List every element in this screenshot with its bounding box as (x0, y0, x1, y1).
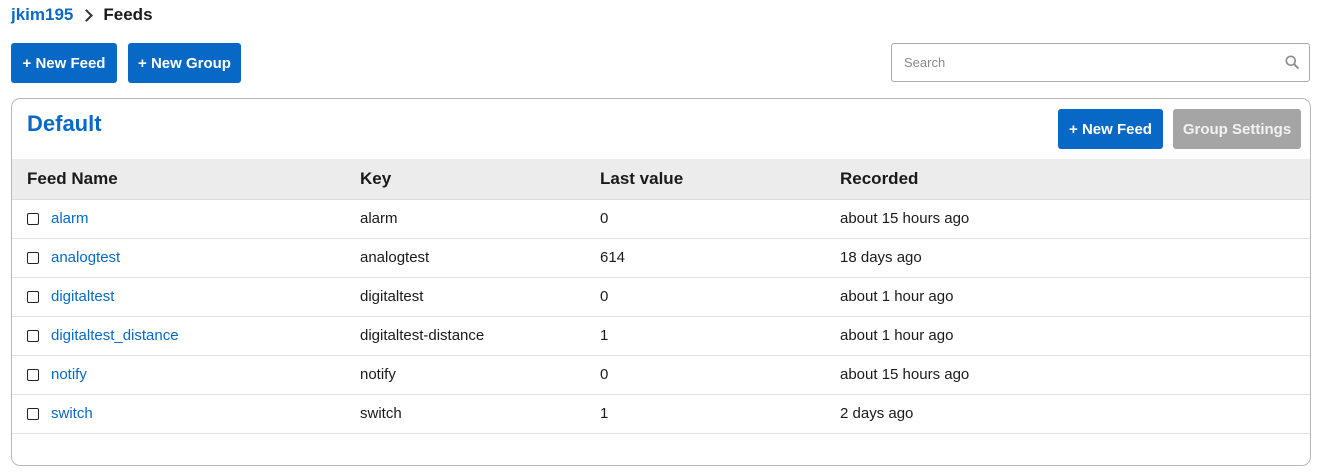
column-header-feed-name[interactable]: Feed Name (12, 159, 360, 200)
new-group-button[interactable]: + New Group (128, 43, 241, 83)
breadcrumb-user-link[interactable]: jkim195 (11, 5, 73, 25)
feed-key: digitaltest (360, 277, 600, 317)
table-row: analogtest analogtest 614 18 days ago (12, 238, 1310, 278)
table-row: alarm alarm 0 about 15 hours ago (12, 199, 1310, 239)
feed-recorded: about 15 hours ago (840, 199, 1310, 239)
feed-name-link[interactable]: notify (51, 366, 87, 383)
feed-name-link[interactable]: digitaltest (51, 288, 114, 305)
row-checkbox[interactable] (27, 251, 39, 264)
breadcrumb-current: Feeds (103, 5, 153, 24)
feed-recorded: about 15 hours ago (840, 355, 1310, 395)
table-row: notify notify 0 about 15 hours ago (12, 355, 1310, 395)
feed-last-value: 0 (600, 199, 840, 239)
feed-last-value: 0 (600, 277, 840, 317)
table-row: switch switch 1 2 days ago (12, 394, 1310, 434)
group-new-feed-button[interactable]: + New Feed (1058, 109, 1163, 149)
row-checkbox[interactable] (27, 290, 39, 303)
group-title[interactable]: Default (27, 111, 102, 137)
group-settings-button[interactable]: Group Settings (1173, 109, 1301, 149)
breadcrumb: jkim195 Feeds (11, 4, 153, 26)
feed-key: analogtest (360, 238, 600, 278)
search-input[interactable] (892, 44, 1272, 81)
feed-key: alarm (360, 199, 600, 239)
feed-name-link[interactable]: analogtest (51, 249, 120, 266)
column-header-last-value[interactable]: Last value (600, 159, 840, 200)
feed-last-value: 1 (600, 394, 840, 434)
search-icon[interactable] (1285, 55, 1299, 69)
feed-recorded: 2 days ago (840, 394, 1310, 434)
search-box (891, 43, 1310, 82)
feed-name-link[interactable]: alarm (51, 210, 89, 227)
feed-last-value: 0 (600, 355, 840, 395)
feed-key: notify (360, 355, 600, 395)
table-header-row: Feed Name Key Last value Recorded (12, 159, 1310, 200)
feed-recorded: about 1 hour ago (840, 277, 1310, 317)
table-row: digitaltest digitaltest 0 about 1 hour a… (12, 277, 1310, 317)
column-header-key[interactable]: Key (360, 159, 600, 200)
feed-name-link[interactable]: digitaltest_distance (51, 327, 179, 344)
column-header-recorded[interactable]: Recorded (840, 159, 1310, 200)
feeds-table: Feed Name Key Last value Recorded alarm … (12, 159, 1310, 434)
row-checkbox[interactable] (27, 329, 39, 342)
feed-recorded: 18 days ago (840, 238, 1310, 278)
feed-name-link[interactable]: switch (51, 405, 93, 422)
feed-group-panel: Default + New Feed Group Settings Feed N… (11, 98, 1311, 466)
row-checkbox[interactable] (27, 407, 39, 420)
chevron-right-icon (80, 8, 94, 22)
row-checkbox[interactable] (27, 368, 39, 381)
row-checkbox[interactable] (27, 212, 39, 225)
feed-recorded: about 1 hour ago (840, 316, 1310, 356)
feed-last-value: 1 (600, 316, 840, 356)
new-feed-button[interactable]: + New Feed (11, 43, 117, 83)
feed-last-value: 614 (600, 238, 840, 278)
table-row: digitaltest_distance digitaltest-distanc… (12, 316, 1310, 356)
feed-key: switch (360, 394, 600, 434)
feed-key: digitaltest-distance (360, 316, 600, 356)
